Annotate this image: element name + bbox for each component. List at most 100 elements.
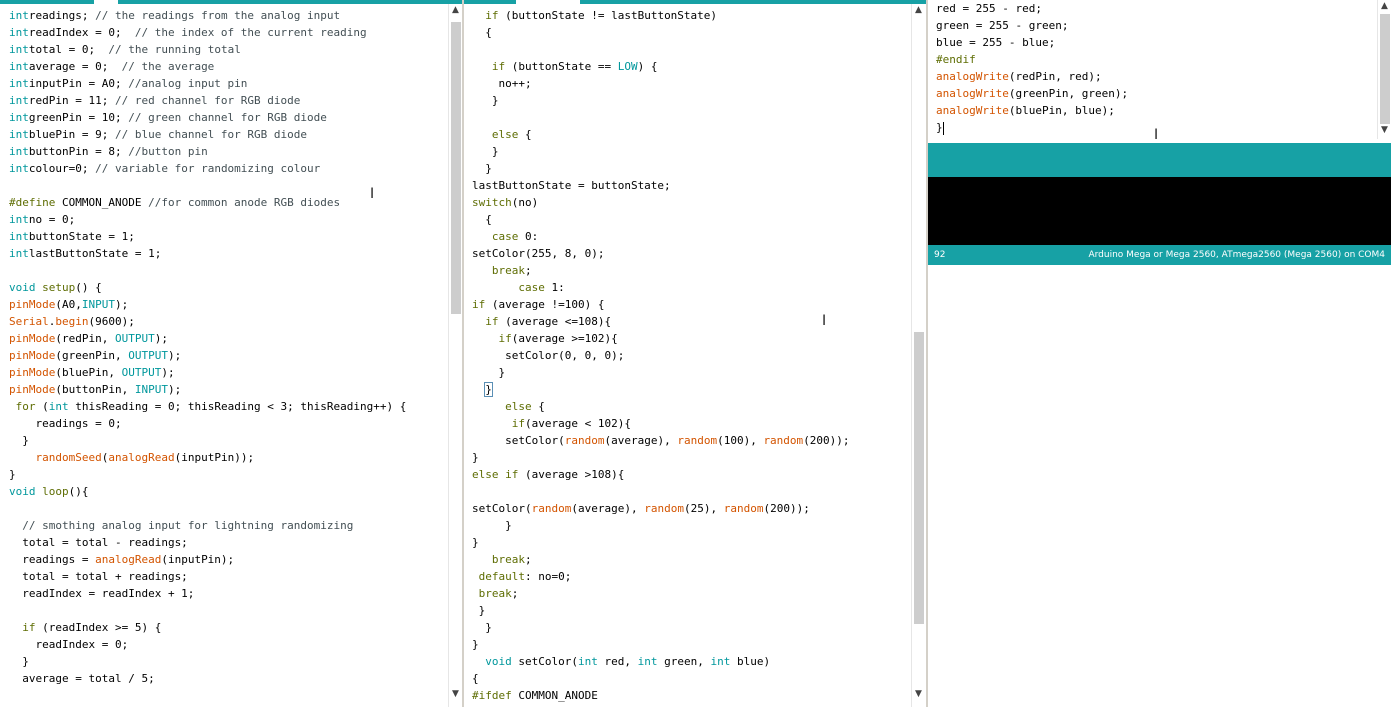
code-line[interactable]: void setColor(int red, int green, int bl… [472, 653, 850, 670]
code-line[interactable]: pinMode(bluePin, OUTPUT); [9, 364, 406, 381]
code-line[interactable]: intbuttonState = 1; [9, 228, 406, 245]
code-line[interactable]: randomSeed(analogRead(inputPin)); [9, 449, 406, 466]
code-line[interactable]: total = total - readings; [9, 534, 406, 551]
code-line[interactable]: no++; [472, 75, 850, 92]
code-line[interactable]: setColor(random(average), random(100), r… [472, 432, 849, 449]
code-line[interactable] [472, 109, 850, 126]
code-line[interactable]: switch(no) [472, 194, 850, 211]
code-line[interactable]: inttotal = 0; // the running total [9, 41, 406, 58]
code-line[interactable]: { [472, 211, 850, 228]
scroll-down-arrow-icon[interactable]: ▼ [449, 688, 462, 701]
code-line[interactable]: intbluePin = 9; // blue channel for RGB … [9, 126, 406, 143]
vertical-scrollbar[interactable]: ▲ ▼ [1377, 0, 1391, 139]
code-line[interactable]: } [472, 160, 850, 177]
code-line[interactable]: } [936, 119, 1128, 136]
code-line[interactable]: pinMode(redPin, OUTPUT); [9, 330, 406, 347]
code-line[interactable] [472, 41, 850, 58]
code-editor-text[interactable]: intreadings; // the readings from the an… [9, 7, 406, 687]
code-line[interactable]: } [472, 381, 850, 398]
code-line[interactable]: else if (average >108){ [472, 466, 850, 483]
code-line[interactable]: if (readIndex >= 5) { [9, 619, 406, 636]
code-line[interactable]: { [472, 24, 850, 41]
code-line[interactable]: if(average >=102){ [472, 330, 850, 347]
code-line[interactable]: analogWrite(greenPin, green); [936, 85, 1128, 102]
code-line[interactable]: void setup() { [9, 279, 406, 296]
scroll-up-arrow-icon[interactable]: ▲ [1378, 0, 1391, 13]
scroll-down-arrow-icon[interactable]: ▼ [1378, 124, 1391, 137]
code-line[interactable]: } [472, 636, 850, 653]
code-line[interactable] [9, 177, 406, 194]
code-line[interactable]: } [472, 534, 850, 551]
code-line[interactable]: blue = 255 - blue; [936, 34, 1128, 51]
code-editor-text[interactable]: red = 255 - red; green = 255 - green; blue… [936, 0, 1128, 136]
scrollbar-thumb[interactable] [1380, 14, 1390, 124]
code-line[interactable]: intaverage = 0; // the average [9, 58, 406, 75]
code-line[interactable]: } [472, 517, 850, 534]
code-line[interactable]: average = total / 5; [9, 670, 406, 687]
code-line[interactable]: green = 255 - green; [936, 17, 1128, 34]
code-line[interactable]: red = 255 - red; [936, 0, 1128, 17]
code-line[interactable]: break; [472, 551, 850, 568]
code-line[interactable]: readIndex = 0; [9, 636, 406, 653]
code-line[interactable]: { [472, 670, 850, 687]
code-line[interactable]: case 0: [472, 228, 850, 245]
scrollbar-thumb[interactable] [914, 332, 924, 624]
code-line[interactable]: intreadIndex = 0; // the index of the cu… [9, 24, 406, 41]
code-line[interactable]: if (average <=108){ [472, 313, 850, 330]
code-line[interactable]: pinMode(A0,INPUT); [9, 296, 406, 313]
scroll-down-arrow-icon[interactable]: ▼ [912, 688, 925, 701]
code-line[interactable]: analogWrite(redPin, red); [936, 68, 1128, 85]
code-line[interactable]: } [472, 619, 850, 636]
code-line[interactable]: pinMode(buttonPin, INPUT); [9, 381, 406, 398]
code-line[interactable]: void loop(){ [9, 483, 406, 500]
vertical-scrollbar[interactable]: ▲ ▼ [448, 4, 462, 707]
code-line[interactable]: #endif [936, 51, 1128, 68]
code-line[interactable]: for (int thisReading = 0; thisReading < … [9, 398, 407, 415]
code-line[interactable]: intlastButtonState = 1; [9, 245, 406, 262]
serial-console-output[interactable] [928, 177, 1391, 245]
code-line[interactable]: intno = 0; [9, 211, 406, 228]
code-line[interactable]: break; [472, 262, 850, 279]
code-line[interactable]: if (buttonState == LOW) { [472, 58, 850, 75]
code-line[interactable]: lastButtonState = buttonState; [472, 177, 850, 194]
code-line[interactable]: } [472, 449, 850, 466]
code-line[interactable] [9, 262, 406, 279]
code-line[interactable]: if(average < 102){ [472, 415, 850, 432]
code-line[interactable]: case 1: [472, 279, 850, 296]
code-line[interactable]: } [472, 364, 850, 381]
scroll-up-arrow-icon[interactable]: ▲ [449, 4, 462, 17]
code-line[interactable]: #ifdef COMMON_ANODE [472, 687, 850, 704]
editor-pane-left[interactable]: intreadings; // the readings from the an… [0, 0, 462, 707]
code-line[interactable]: // smothing analog input for lightning r… [9, 517, 406, 534]
code-line[interactable]: else { [472, 126, 850, 143]
code-line[interactable]: intbuttonPin = 8; //button pin [9, 143, 406, 160]
code-line[interactable]: break; [472, 585, 850, 602]
code-line[interactable]: else { [472, 398, 850, 415]
code-line[interactable]: #define COMMON_ANODE //for common anode … [9, 194, 406, 211]
code-line[interactable]: intredPin = 11; // red channel for RGB d… [9, 92, 406, 109]
editor-pane-middle[interactable]: if (buttonState != lastButtonState) { if… [464, 0, 927, 707]
code-line[interactable] [9, 500, 406, 517]
editor-pane-right[interactable]: red = 255 - red; green = 255 - green; blue… [928, 0, 1391, 707]
code-line[interactable]: setColor(random(average), random(25), ra… [472, 500, 850, 517]
code-line[interactable]: } [9, 653, 406, 670]
code-line[interactable]: readings = 0; [9, 415, 406, 432]
code-line[interactable]: } [472, 602, 850, 619]
code-line[interactable]: Serial.begin(9600); [9, 313, 406, 330]
code-line[interactable] [472, 483, 850, 500]
code-line[interactable]: intgreenPin = 10; // green channel for R… [9, 109, 406, 126]
scrollbar-thumb[interactable] [451, 22, 461, 314]
code-editor-text[interactable]: if (buttonState != lastButtonState) { if… [472, 7, 850, 704]
code-line[interactable]: } [9, 432, 406, 449]
code-line[interactable]: } [472, 92, 850, 109]
code-line[interactable]: intreadings; // the readings from the an… [9, 7, 406, 24]
code-line[interactable]: total = total + readings; [9, 568, 406, 585]
code-line[interactable]: intinputPin = A0; //analog input pin [9, 75, 406, 92]
code-line[interactable]: pinMode(greenPin, OUTPUT); [9, 347, 406, 364]
code-line[interactable] [9, 602, 406, 619]
code-line[interactable]: if (average !=100) { [472, 296, 850, 313]
code-line[interactable]: if (buttonState != lastButtonState) [472, 7, 850, 24]
code-line[interactable]: default: no=0; [472, 568, 850, 585]
code-line[interactable]: readings = analogRead(inputPin); [9, 551, 406, 568]
scroll-up-arrow-icon[interactable]: ▲ [912, 4, 925, 17]
